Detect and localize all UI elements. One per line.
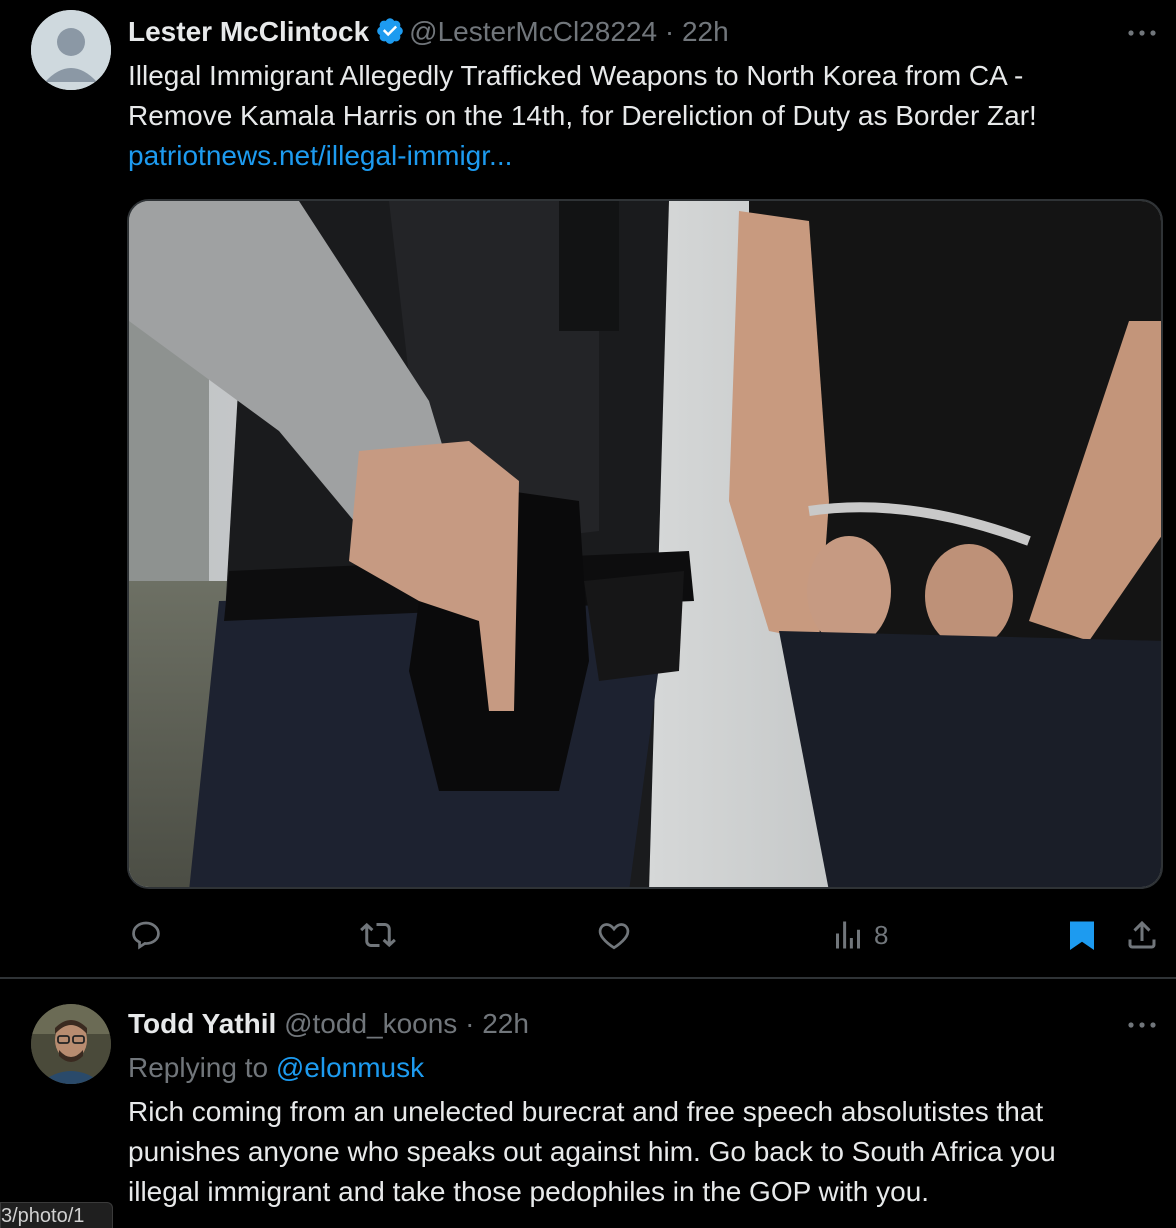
author-name[interactable]: Lester McClintock [128,16,369,47]
tweet-text-line: punishes anyone who speaks out against h… [128,1136,1056,1167]
tweet-text-line: illegal immigrant and take those pedophi… [128,1176,930,1207]
reply-icon [132,921,160,950]
tweet-2-header: Todd Yathil @todd_koons · 22h [128,1006,529,1042]
separator-dot: · [465,1008,475,1039]
mention-link[interactable]: @elonmusk [276,1052,424,1083]
author-name[interactable]: Todd Yathil [128,1008,276,1039]
replying-prefix: Replying to [128,1052,269,1083]
tweet-1-text: Illegal Immigrant Allegedly Trafficked W… [128,56,1168,176]
tweet-text-line: Illegal Immigrant Allegedly Trafficked W… [128,60,1024,91]
views-button[interactable]: 8 [830,912,888,958]
avatar-todd[interactable] [31,1004,111,1084]
bookmark-icon [1070,921,1094,950]
timestamp[interactable]: 22h [482,1008,529,1039]
verified-badge-icon[interactable] [375,16,405,46]
tweet-1-actions: 8 [0,912,1176,958]
more-options-button[interactable] [1122,1010,1162,1040]
views-icon [836,921,860,949]
tweet-text-line: Remove Kamala Harris on the 14th, for De… [128,100,1037,131]
arrest-photo-image [129,201,1161,887]
like-button[interactable] [596,912,632,958]
author-handle[interactable]: @LesterMcCl28224 [409,16,657,47]
more-icon [1128,30,1156,36]
tweet-image[interactable] [127,199,1163,889]
replying-to: Replying to @elonmusk [128,1050,424,1086]
timestamp[interactable]: 22h [682,16,729,47]
tweet-1-header: Lester McClintock @LesterMcCl28224 · 22h [128,14,729,50]
user-photo-avatar [31,1004,111,1084]
retweet-button[interactable] [360,912,396,958]
default-avatar-icon [31,10,111,90]
more-options-button[interactable] [1122,18,1162,48]
article-link[interactable]: patriotnews.net/illegal-immigr... [128,136,1168,176]
views-count: 8 [874,919,889,950]
heart-icon [598,923,630,950]
share-icon [1128,920,1156,949]
separator-dot: · [664,16,675,47]
avatar-default[interactable] [31,10,111,90]
more-icon [1128,1022,1156,1028]
status-bar-url: 3/photo/1 [0,1202,113,1228]
retweet-icon [360,922,396,948]
tweet-text-line: Rich coming from an unelected burecrat a… [128,1096,1044,1127]
tweet-2-text: Rich coming from an unelected burecrat a… [128,1092,1168,1212]
author-handle[interactable]: @todd_koons [284,1008,457,1039]
reply-button[interactable] [128,912,164,958]
bookmark-button[interactable] [1064,912,1100,958]
share-button[interactable] [1124,912,1160,958]
